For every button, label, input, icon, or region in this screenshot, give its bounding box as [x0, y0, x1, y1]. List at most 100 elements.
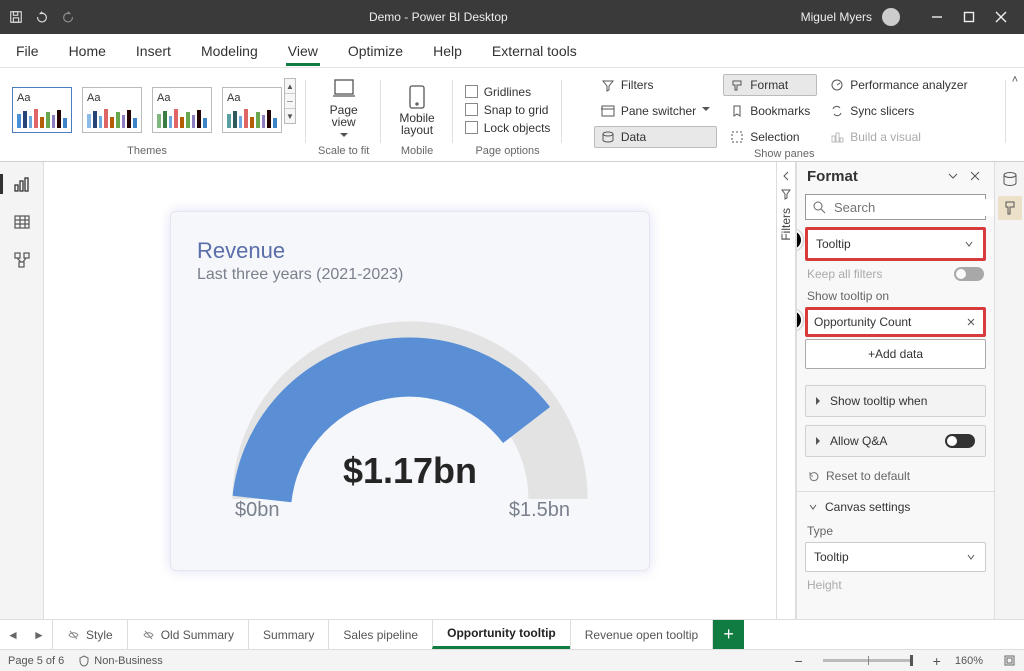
sensitivity-label: Non-Business — [94, 655, 162, 667]
redo-icon[interactable] — [60, 9, 76, 25]
group-label-pageopts: Page options — [475, 145, 539, 159]
chevron-down-icon[interactable] — [946, 169, 962, 185]
chevron-down-icon[interactable]: ▼ — [285, 108, 295, 123]
reset-to-default-button[interactable]: Reset to default — [797, 461, 994, 491]
selection-icon — [730, 130, 744, 144]
add-data-button[interactable]: +Add data — [805, 339, 986, 369]
data-rail-icon[interactable] — [1001, 170, 1019, 188]
theme-tile-3[interactable]: Aa — [152, 87, 212, 133]
user-avatar[interactable] — [882, 8, 900, 26]
tab-sales-pipeline[interactable]: Sales pipeline — [328, 620, 432, 649]
report-view-icon[interactable] — [10, 172, 34, 196]
tab-style[interactable]: Style — [52, 620, 127, 649]
opportunity-count-field[interactable]: Opportunity Count — [805, 307, 986, 337]
sync-label: Sync slicers — [850, 104, 914, 118]
format-search[interactable] — [805, 194, 986, 220]
fit-to-page-icon[interactable] — [1003, 654, 1016, 667]
close-button[interactable] — [986, 7, 1016, 27]
visual-title: Revenue — [197, 238, 623, 264]
lock-checkbox[interactable]: Lock objects — [465, 121, 551, 135]
model-view-icon[interactable] — [10, 248, 34, 272]
report-canvas[interactable]: Revenue Last three years (2021-2023) $1.… — [44, 162, 776, 619]
page-view-button[interactable]: Page view — [324, 76, 364, 144]
themes-scroll[interactable]: ▲ ─ ▼ — [284, 78, 296, 124]
chevron-mid-icon[interactable]: ─ — [285, 93, 295, 108]
add-page-button[interactable]: + — [712, 620, 744, 649]
snap-checkbox[interactable]: Snap to grid — [465, 103, 551, 117]
sync-slicers-button[interactable]: Sync slicers — [823, 100, 974, 122]
theme-tile-4[interactable]: Aa — [222, 87, 282, 133]
tabs-next[interactable]: ► — [26, 628, 52, 642]
gridlines-checkbox[interactable]: Gridlines — [465, 85, 551, 99]
remove-icon[interactable] — [965, 316, 977, 328]
keep-all-filters-toggle — [954, 267, 984, 281]
bookmarks-pane-button[interactable]: Bookmarks — [723, 100, 817, 122]
pane-switcher-button[interactable]: Pane switcher — [594, 100, 717, 122]
search-input[interactable] — [832, 199, 994, 216]
maximize-button[interactable] — [954, 7, 984, 27]
zoom-level[interactable]: 160% — [955, 655, 983, 667]
chevron-down-icon — [965, 551, 977, 563]
tabs-prev[interactable]: ◄ — [0, 628, 26, 642]
allow-qa-section[interactable]: Allow Q&A — [805, 425, 986, 457]
tooltip-dropdown[interactable]: Tooltip — [805, 227, 986, 261]
expand-icon[interactable] — [780, 170, 792, 182]
right-rail — [994, 162, 1024, 619]
filters-pane-button[interactable]: Filters — [594, 74, 717, 96]
callout-marker-1: 1 — [796, 229, 803, 251]
tab-old-summary[interactable]: Old Summary — [127, 620, 248, 649]
reset-icon — [807, 470, 820, 483]
menu-file[interactable]: File — [14, 37, 41, 65]
zoom-out-button[interactable]: − — [794, 653, 802, 669]
zoom-in-button[interactable]: + — [933, 653, 941, 669]
performance-analyzer-button[interactable]: Performance analyzer — [823, 74, 974, 96]
selection-pane-button[interactable]: Selection — [723, 126, 817, 148]
tab-sales-label: Sales pipeline — [343, 628, 418, 642]
tab-summary[interactable]: Summary — [248, 620, 328, 649]
ribbon-group-mobile: Mobile layout Mobile — [381, 68, 452, 161]
format-rail-icon[interactable] — [998, 196, 1022, 220]
page-tabs: ◄ ► Style Old Summary Summary Sales pipe… — [0, 619, 1024, 649]
chevron-up-icon[interactable]: ▲ — [285, 79, 295, 93]
table-view-icon[interactable] — [10, 210, 34, 234]
theme-tile-2[interactable]: Aa — [82, 87, 142, 133]
gauge-visual[interactable]: Revenue Last three years (2021-2023) $1.… — [170, 211, 650, 571]
zoom-slider[interactable] — [823, 659, 913, 662]
menu-external-tools[interactable]: External tools — [490, 37, 579, 65]
canvas-settings-label: Canvas settings — [825, 500, 910, 514]
menu-help[interactable]: Help — [431, 37, 464, 65]
close-icon[interactable] — [968, 169, 984, 185]
chevron-down-icon — [340, 130, 348, 144]
view-rail — [0, 162, 44, 619]
user-name[interactable]: Miguel Myers — [801, 10, 872, 24]
menu-optimize[interactable]: Optimize — [346, 37, 405, 65]
menu-view[interactable]: View — [286, 37, 320, 65]
minimize-button[interactable] — [922, 7, 952, 27]
funnel-icon — [780, 188, 792, 200]
tab-revenue-open-tooltip[interactable]: Revenue open tooltip — [570, 620, 712, 649]
menu-modeling[interactable]: Modeling — [199, 37, 260, 65]
filters-pane-collapsed[interactable]: Filters — [776, 162, 796, 619]
canvas-settings-header[interactable]: Canvas settings — [797, 491, 994, 522]
chevron-right-icon — [816, 394, 824, 408]
tab-opportunity-tooltip[interactable]: Opportunity tooltip — [432, 620, 570, 649]
build-icon — [830, 130, 844, 144]
data-pane-button[interactable]: Data — [594, 126, 717, 148]
menu-insert[interactable]: Insert — [134, 37, 173, 65]
group-label-showpanes: Show panes — [754, 148, 815, 162]
add-data-label: +Add data — [868, 347, 923, 361]
allow-qa-toggle[interactable] — [945, 434, 975, 448]
format-pane-button[interactable]: Format — [723, 74, 817, 96]
show-tooltip-when-section[interactable]: Show tooltip when — [805, 385, 986, 417]
filter-icon — [601, 78, 615, 92]
mobile-icon — [404, 84, 430, 110]
mobile-layout-button[interactable]: Mobile layout — [393, 84, 440, 136]
theme-tile-1[interactable]: Aa — [12, 87, 72, 133]
menu-home[interactable]: Home — [67, 37, 108, 65]
opportunity-count-label: Opportunity Count — [814, 315, 959, 329]
ribbon-collapse-icon[interactable]: ˄ — [1012, 74, 1018, 86]
save-icon[interactable] — [8, 9, 24, 25]
canvas-type-dropdown[interactable]: Tooltip — [805, 542, 986, 572]
sensitivity-button[interactable]: Non-Business — [78, 655, 162, 667]
undo-icon[interactable] — [34, 9, 50, 25]
